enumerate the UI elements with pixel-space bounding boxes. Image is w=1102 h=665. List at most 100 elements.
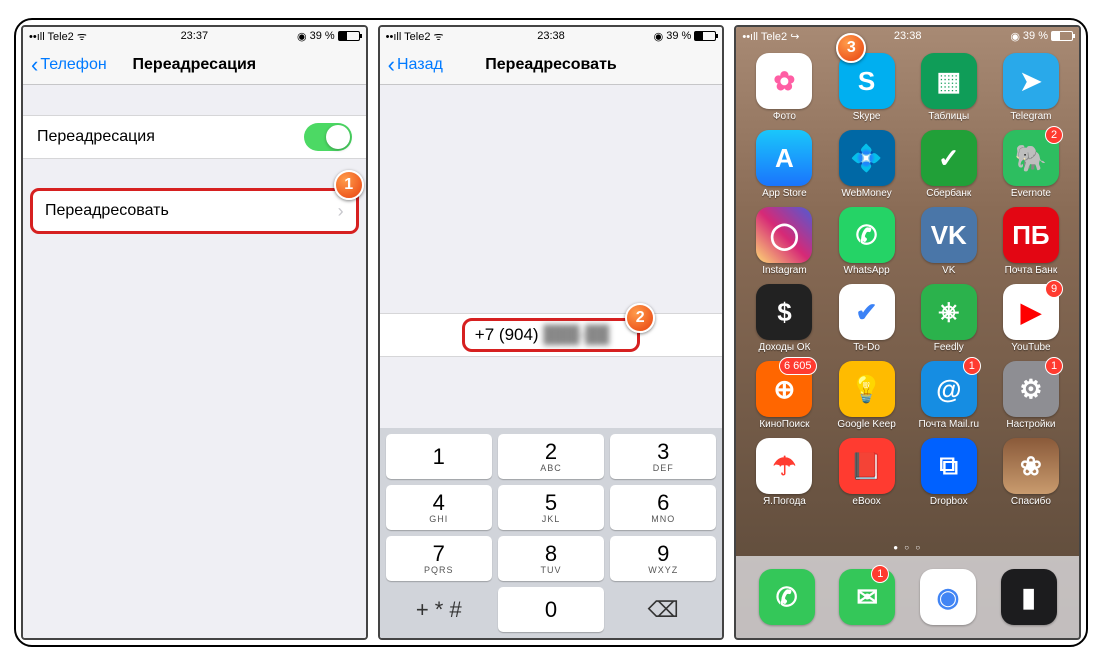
app-icon: ❀: [1003, 438, 1059, 494]
app-phone[interactable]: ✆: [759, 569, 815, 625]
app-label: Таблицы: [928, 111, 969, 122]
carrier: ••ıll Tele2 ᯤ: [386, 29, 496, 44]
app-label: Google Keep: [837, 419, 895, 430]
app-chrome[interactable]: ◉: [920, 569, 976, 625]
app-label: Почта Mail.ru: [918, 419, 979, 430]
app-icon: ◯: [756, 207, 812, 263]
app-VK[interactable]: VKVK: [911, 207, 987, 276]
app-Настройки[interactable]: ⚙1Настройки: [993, 361, 1069, 430]
toggle-switch-on[interactable]: [304, 123, 352, 151]
app-label: Evernote: [1011, 188, 1051, 199]
app-label: Feedly: [934, 342, 964, 353]
phone-number-input[interactable]: +7 (904) ███-██ 2: [462, 318, 640, 352]
app-label: eBoox: [852, 496, 880, 507]
key-5[interactable]: 5JKL: [498, 485, 604, 530]
clock: 23:38: [496, 30, 606, 42]
app-WhatsApp[interactable]: ✆ WhatsApp: [829, 207, 905, 276]
app-label: КиноПоиск: [759, 419, 809, 430]
status-bar: ••ıll Tele2 ↪ 23:38 ◉39 %: [736, 27, 1079, 45]
app-eBoox[interactable]: 📕 eBoox: [829, 438, 905, 507]
app-messages[interactable]: ✉1: [839, 569, 895, 625]
badge: 2: [1045, 126, 1063, 144]
app-icon: ⧉: [921, 438, 977, 494]
phone-number-field-row[interactable]: +7 (904) ███-██ 2: [380, 313, 723, 357]
app-Таблицы[interactable]: ▦Таблицы: [911, 53, 987, 122]
app-label: App Store: [762, 188, 806, 199]
key-6[interactable]: 6MNO: [610, 485, 716, 530]
clock: 23:37: [139, 30, 249, 42]
forwarding-toggle-row[interactable]: Переадресация: [23, 115, 366, 159]
app-icon: ◉: [920, 569, 976, 625]
app-Skype[interactable]: SSkype: [829, 53, 905, 122]
symbols-key[interactable]: + * #: [386, 587, 492, 632]
delete-key[interactable]: ⌫: [610, 587, 716, 632]
callout-marker-1: 1: [334, 170, 364, 200]
app-Telegram[interactable]: ➤Telegram: [993, 53, 1069, 122]
app-label: Настройки: [1006, 419, 1055, 430]
key-1[interactable]: 1: [386, 434, 492, 479]
key-4[interactable]: 4GHI: [386, 485, 492, 530]
app-icon: 💠: [839, 130, 895, 186]
app-label: To-Do: [853, 342, 880, 353]
app-Feedly[interactable]: ⎈Feedly: [911, 284, 987, 353]
badge: 1: [1045, 357, 1063, 375]
app-icon: ➤: [1003, 53, 1059, 109]
battery: ◉39 %: [963, 30, 1073, 43]
nav-bar: ‹ Телефон Переадресация: [23, 45, 366, 85]
app-Сбербанк[interactable]: ✓Сбербанк: [911, 130, 987, 199]
app-WebMoney[interactable]: 💠 WebMoney: [829, 130, 905, 199]
app-label: WebMoney: [841, 188, 891, 199]
app-To-Do[interactable]: ✔To-Do: [829, 284, 905, 353]
key-7[interactable]: 7PQRS: [386, 536, 492, 581]
callout-marker-2: 2: [625, 303, 655, 333]
screen-forward-number-entry: ••ıll Tele2 ᯤ 23:38 ◉39 % ‹ Назад Переад…: [378, 25, 725, 640]
app-Я.Погода[interactable]: ☂Я.Погода: [746, 438, 822, 507]
battery: ◉39 %: [249, 30, 359, 43]
badge: 6 605: [779, 357, 817, 375]
app-Фото[interactable]: ✿Фото: [746, 53, 822, 122]
app-grid: ✿ФотоSSkype▦Таблицы➤Telegram AApp Store 💠 W…: [736, 45, 1079, 507]
app-icon: 💡: [839, 361, 895, 417]
back-button[interactable]: ‹ Телефон: [31, 52, 107, 78]
app-Доходы ОК[interactable]: $Доходы ОК: [746, 284, 822, 353]
battery: ◉39 %: [606, 30, 716, 43]
app-Google Keep[interactable]: 💡 Google Keep: [829, 361, 905, 430]
app-Dropbox[interactable]: ⧉Dropbox: [911, 438, 987, 507]
key-0[interactable]: 0: [498, 587, 604, 632]
key-2[interactable]: 2ABC: [498, 434, 604, 479]
key-9[interactable]: 9WXYZ: [610, 536, 716, 581]
forward-label: Переадресовать: [45, 202, 169, 220]
app-Почта Банк[interactable]: ПБПочта Банк: [993, 207, 1069, 276]
app-App Store[interactable]: AApp Store: [746, 130, 822, 199]
numeric-keypad: 12ABC3DEF 4GHI5JKL6MNO 7PQRS8TUV9WXYZ + * #…: [380, 428, 723, 638]
key-3[interactable]: 3DEF: [610, 434, 716, 479]
app-label: Instagram: [762, 265, 806, 276]
content: Переадресация Переадресовать › 1: [23, 85, 366, 638]
content: +7 (904) ███-██ 2 12ABC3DEF 4GHI5JKL6MNO 7…: [380, 85, 723, 638]
app-Почта Mail.ru[interactable]: @1Почта Mail.ru: [911, 361, 987, 430]
app-Evernote[interactable]: 🐘2Evernote: [993, 130, 1069, 199]
forward-to-row[interactable]: Переадресовать › 1: [31, 189, 358, 233]
screen-call-forwarding-settings: ••ıll Tele2 ᯤ 23:37 ◉39 % ‹ Телефон Пере…: [21, 25, 368, 640]
page-dots[interactable]: ● ○ ○: [736, 543, 1079, 552]
app-YouTube[interactable]: ▶9YouTube: [993, 284, 1069, 353]
chevron-left-icon: ‹: [388, 52, 395, 78]
carrier: ••ıll Tele2 ↪: [742, 30, 852, 43]
back-button[interactable]: ‹ Назад: [388, 52, 443, 78]
app-label: WhatsApp: [844, 265, 890, 276]
app-Instagram[interactable]: ◯ Instagram: [746, 207, 822, 276]
app-icon: ✆: [759, 569, 815, 625]
chevron-right-icon: ›: [338, 201, 344, 222]
app-wallet[interactable]: ▮: [1001, 569, 1057, 625]
app-icon: 📕: [839, 438, 895, 494]
carrier: ••ıll Tele2 ᯤ: [29, 29, 139, 44]
app-Спасибо[interactable]: ❀Спасибо: [993, 438, 1069, 507]
app-label: Сбербанк: [926, 188, 971, 199]
badge: 9: [1045, 280, 1063, 298]
app-КиноПоиск[interactable]: ⊕6 605КиноПоиск: [746, 361, 822, 430]
app-icon: ПБ: [1003, 207, 1059, 263]
app-label: Skype: [853, 111, 881, 122]
status-bar: ••ıll Tele2 ᯤ 23:37 ◉39 %: [23, 27, 366, 45]
key-8[interactable]: 8TUV: [498, 536, 604, 581]
app-icon: ✆: [839, 207, 895, 263]
